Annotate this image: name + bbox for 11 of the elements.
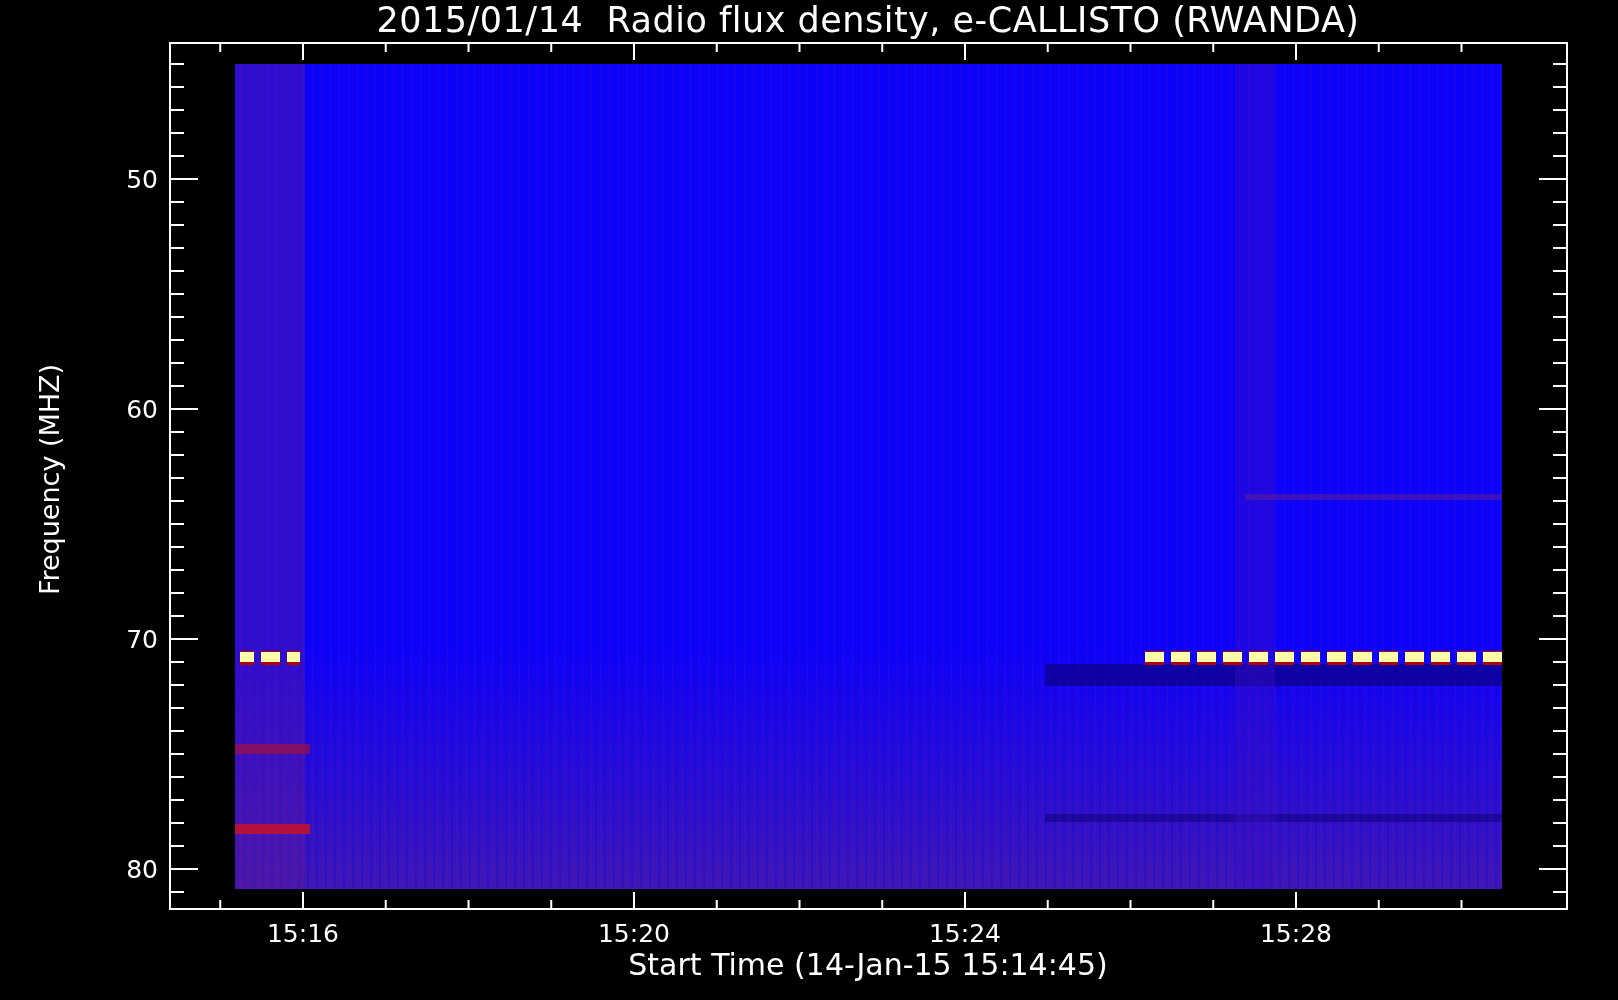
x-tick-label: 15:20 xyxy=(598,919,670,948)
y-tick-label: 80 xyxy=(126,855,158,884)
x-axis-label: Start Time (14-Jan-15 15:14:45) xyxy=(628,948,1108,982)
x-tick-label: 15:16 xyxy=(267,919,339,948)
x-tick-label: 15:24 xyxy=(929,919,1001,948)
chart-title: 2015/01/14 Radio flux density, e-CALLISTO (RWANDA) xyxy=(376,0,1360,40)
x-tick-label: 15:28 xyxy=(1260,919,1332,948)
y-tick-label: 70 xyxy=(126,625,158,654)
y-tick-label: 60 xyxy=(126,395,158,424)
y-axis-label: Frequency (MHZ) xyxy=(34,363,66,595)
y-tick-label: 50 xyxy=(126,165,158,194)
